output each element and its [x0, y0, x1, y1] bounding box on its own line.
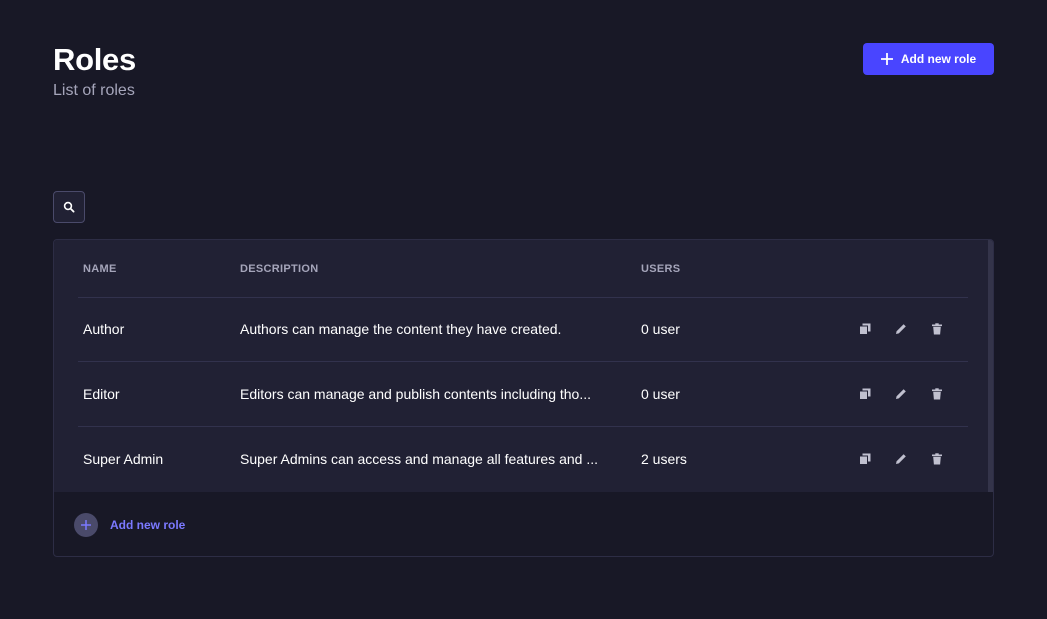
- role-users: 0 user: [641, 386, 680, 402]
- duplicate-icon: [859, 453, 871, 465]
- scroll-shadow: [988, 240, 993, 492]
- pencil-icon: [896, 454, 906, 464]
- roles-page: Roles List of roles Add new role NAME DE…: [0, 0, 1047, 619]
- edit-button[interactable]: [892, 385, 910, 403]
- duplicate-button[interactable]: [856, 320, 874, 338]
- plus-circle-icon: [74, 513, 98, 537]
- pencil-icon: [896, 324, 906, 334]
- delete-button[interactable]: [928, 320, 946, 338]
- plus-icon: [880, 53, 893, 65]
- pencil-icon: [896, 389, 906, 399]
- table-header: NAME DESCRIPTION USERS: [78, 240, 968, 298]
- search-icon: [63, 201, 75, 213]
- duplicate-icon: [859, 323, 871, 335]
- search-button[interactable]: [53, 191, 85, 223]
- table-row[interactable]: Author Authors can manage the content th…: [78, 297, 968, 362]
- roles-table: NAME DESCRIPTION USERS Author Authors ca…: [53, 239, 994, 557]
- table-row[interactable]: Super Admin Super Admins can access and …: [78, 427, 968, 491]
- trash-icon: [932, 323, 942, 335]
- trash-icon: [932, 388, 942, 400]
- footer-add-new-role-button[interactable]: Add new role: [74, 513, 185, 537]
- duplicate-button[interactable]: [856, 450, 874, 468]
- column-header-users: USERS: [641, 263, 681, 275]
- role-users: 2 users: [641, 451, 687, 467]
- role-name: Super Admin: [83, 451, 164, 467]
- page-title: Roles: [53, 42, 136, 77]
- add-new-role-button-label: Add new role: [900, 52, 977, 66]
- edit-button[interactable]: [892, 450, 910, 468]
- duplicate-icon: [859, 388, 871, 400]
- role-name: Author: [83, 321, 125, 337]
- column-header-description: DESCRIPTION: [240, 263, 319, 275]
- page-subtitle: List of roles: [53, 82, 135, 99]
- role-description: Super Admins can access and manage all f…: [240, 451, 598, 467]
- role-description: Authors can manage the content they have…: [240, 321, 562, 337]
- duplicate-button[interactable]: [856, 385, 874, 403]
- edit-button[interactable]: [892, 320, 910, 338]
- delete-button[interactable]: [928, 450, 946, 468]
- role-name: Editor: [83, 386, 120, 402]
- add-new-role-button[interactable]: Add new role: [863, 43, 994, 75]
- delete-button[interactable]: [928, 385, 946, 403]
- column-header-name: NAME: [83, 263, 117, 275]
- table-body: NAME DESCRIPTION USERS Author Authors ca…: [54, 240, 989, 492]
- table-row[interactable]: Editor Editors can manage and publish co…: [78, 362, 968, 427]
- footer-add-new-role-label: Add new role: [110, 518, 186, 532]
- role-description: Editors can manage and publish contents …: [240, 386, 592, 402]
- trash-icon: [932, 453, 942, 465]
- role-users: 0 user: [641, 321, 680, 337]
